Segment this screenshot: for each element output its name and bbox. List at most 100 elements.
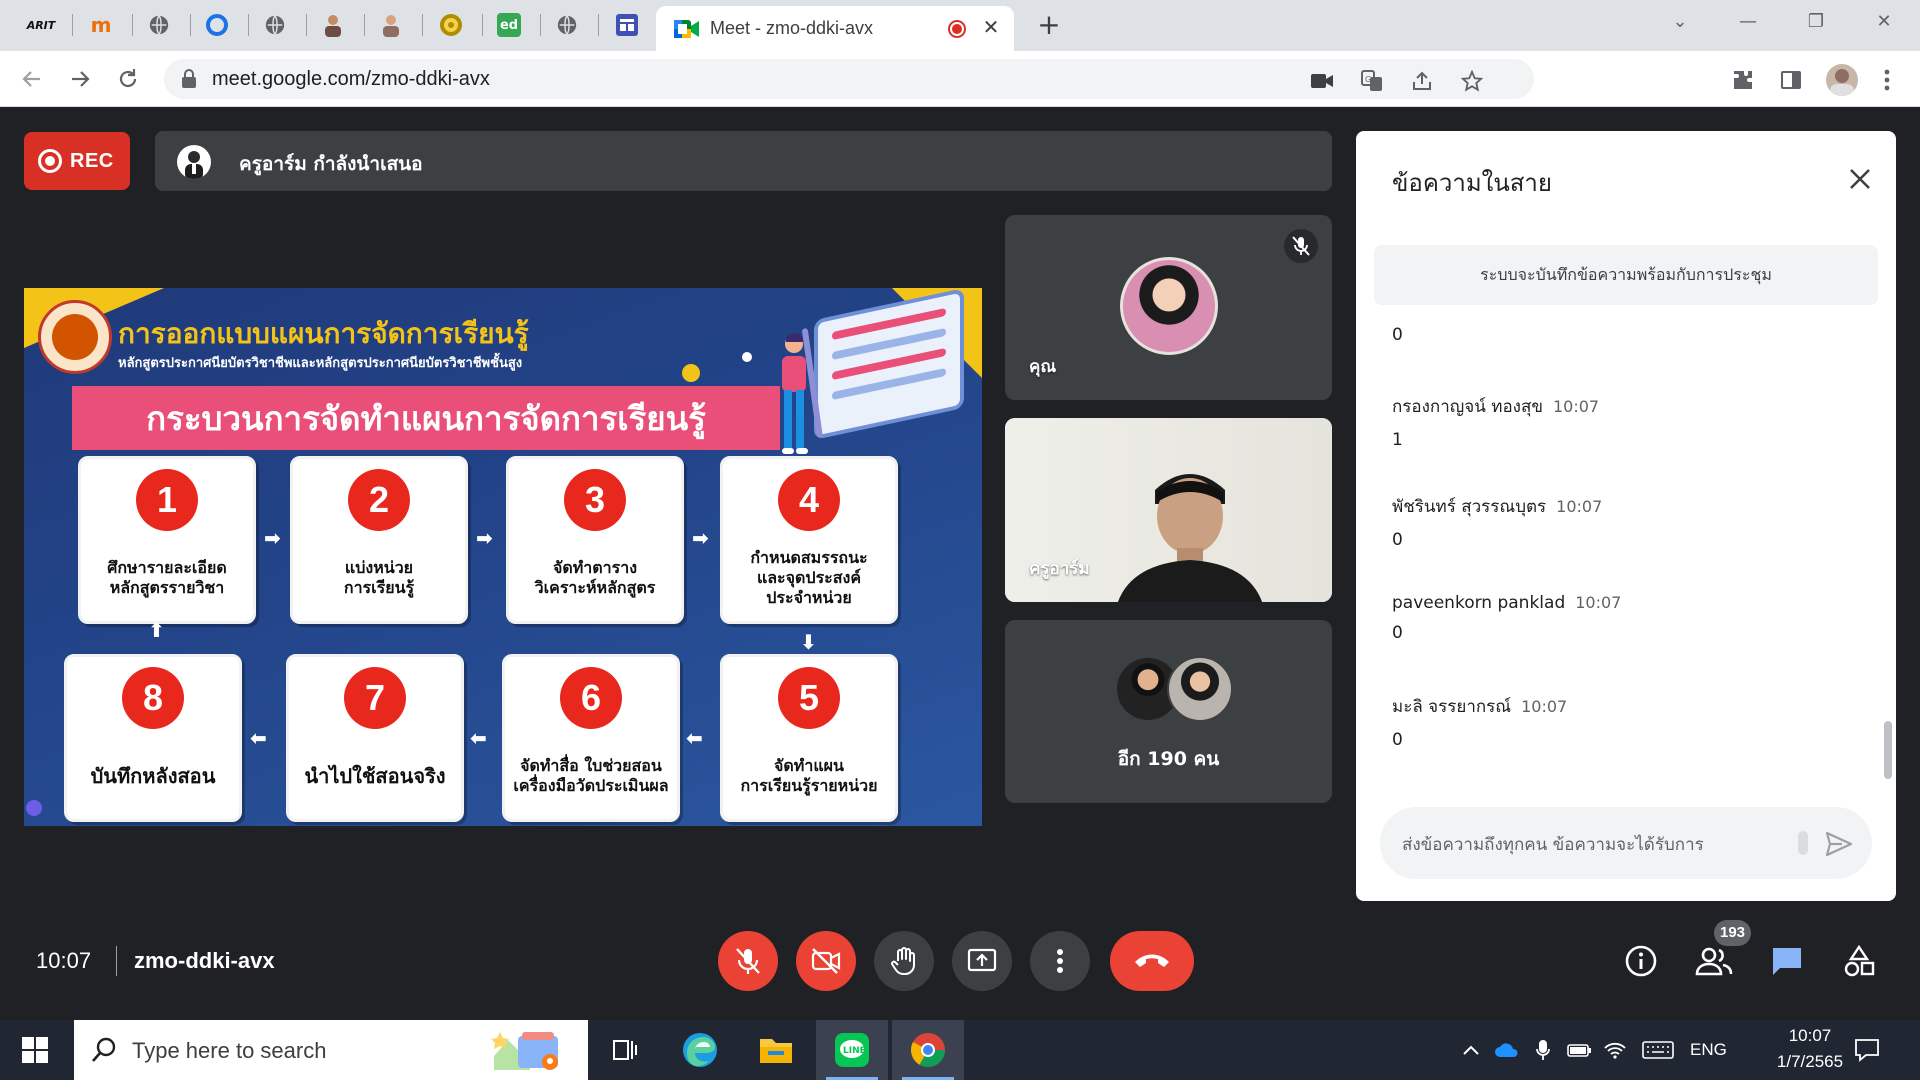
more-options-button[interactable] (1030, 931, 1090, 991)
chrome-menu-icon[interactable] (1874, 67, 1900, 93)
extensions-icon[interactable] (1730, 67, 1756, 93)
tab-favicon-ed[interactable]: ed (494, 10, 524, 40)
teacher-video-feed (1117, 474, 1263, 602)
task-view-button[interactable] (588, 1020, 660, 1080)
participant-tile-teacher[interactable]: ครูอาร์ม (1005, 418, 1332, 602)
close-window-button[interactable]: ✕ (1864, 6, 1904, 38)
address-bar[interactable]: meet.google.com/zmo-ddki-avx G (164, 59, 1534, 99)
tab-favicon-forms[interactable] (612, 10, 642, 40)
message-sender: กรองกาญจน์ ทองสุข (1392, 397, 1543, 417)
panel-title: ข้อความในสาย (1392, 169, 1552, 197)
message-body: 0 (1392, 730, 1403, 750)
message-composer[interactable]: ส่งข้อความถึงทุกคน ข้อความจะได้รับการ (1380, 807, 1872, 879)
lock-icon (182, 69, 196, 88)
chat-button[interactable] (1766, 940, 1808, 982)
camera-in-use-icon[interactable] (1310, 69, 1334, 93)
tab-separator (132, 14, 133, 36)
message-input[interactable]: ส่งข้อความถึงทุกคน ข้อความจะได้รับการ (1402, 831, 1792, 858)
globe-icon (557, 15, 577, 35)
taskbar-search[interactable]: Type here to search (74, 1020, 588, 1080)
raise-hand-icon (891, 947, 915, 975)
svg-text:LINE: LINE (843, 1046, 866, 1056)
toggle-microphone-button[interactable] (718, 931, 778, 991)
message-body: 0 (1392, 623, 1403, 643)
taskbar-edge[interactable] (664, 1020, 736, 1080)
browser-toolbar: meet.google.com/zmo-ddki-avx G (0, 51, 1920, 107)
microphone-in-use-icon[interactable] (1530, 1038, 1556, 1062)
chat-bubble-icon (1773, 948, 1801, 975)
close-icon (1850, 169, 1870, 189)
taskbar-clock-date[interactable]: 1/7/2565 (1760, 1052, 1860, 1072)
tab-favicon-o[interactable] (202, 10, 232, 40)
tab-meet-active[interactable]: Meet - zmo-ddki-avx ✕ (656, 6, 1014, 51)
slide-decoration (742, 352, 752, 362)
tab-close-icon[interactable]: ✕ (978, 14, 1004, 40)
participant-avatar (1167, 656, 1233, 722)
tab-favicon-globe[interactable] (144, 10, 174, 40)
task-view-icon (613, 1040, 637, 1060)
raise-hand-button[interactable] (874, 931, 934, 991)
taskbar-line[interactable]: LINE (816, 1020, 888, 1080)
reload-button[interactable] (110, 61, 146, 97)
translate-icon[interactable]: G (1360, 69, 1384, 93)
tab-favicon-arit[interactable]: ARIT (26, 10, 56, 40)
notification-center-button[interactable] (1852, 1036, 1882, 1064)
tab-favicon-person[interactable] (318, 10, 348, 40)
back-button[interactable] (14, 61, 50, 97)
send-button[interactable] (1822, 827, 1856, 861)
chat-scrollbar[interactable] (1884, 721, 1892, 779)
tab-search-icon[interactable]: ⌄ (1660, 6, 1700, 38)
message-body: 1 (1392, 430, 1403, 450)
onedrive-icon[interactable] (1494, 1038, 1520, 1062)
message-sender: มะลิ จรรยากรณ์ (1392, 697, 1512, 717)
info-icon (1625, 945, 1657, 977)
slide-subtitle: หลักสูตรประกาศนียบัตรวิชาชีพและหลักสูตรป… (118, 356, 523, 371)
meeting-details-button[interactable] (1620, 940, 1662, 982)
input-language[interactable]: ENG (1690, 1040, 1727, 1060)
participant-tile-self[interactable]: คุณ (1005, 215, 1332, 400)
show-hidden-icons[interactable] (1458, 1038, 1484, 1062)
touch-keyboard-icon[interactable] (1640, 1038, 1676, 1062)
present-now-button[interactable] (952, 931, 1012, 991)
tab-favicon-globe[interactable] (260, 10, 290, 40)
toggle-camera-button[interactable] (796, 931, 856, 991)
arrow-left-icon: ⬅ (470, 726, 487, 750)
tab-favicon-person[interactable] (376, 10, 406, 40)
taskbar-chrome[interactable] (892, 1020, 964, 1080)
profile-avatar[interactable] (1826, 64, 1858, 96)
battery-icon[interactable] (1566, 1038, 1592, 1062)
recording-badge[interactable]: REC (24, 132, 130, 190)
new-tab-button[interactable]: + (1034, 10, 1064, 40)
close-panel-button[interactable] (1842, 161, 1878, 197)
participant-tile-others[interactable]: อีก 190 คน (1005, 620, 1332, 803)
tab-separator (248, 14, 249, 36)
tab-favicon-globe[interactable] (552, 10, 582, 40)
side-panel-icon[interactable] (1778, 67, 1804, 93)
taskbar-file-explorer[interactable] (740, 1020, 812, 1080)
minimize-button[interactable]: — (1728, 6, 1768, 38)
folder-icon (760, 1039, 792, 1063)
process-step-7: 7 นำไปใช้สอนจริง (286, 654, 464, 822)
taskbar-clock-time[interactable]: 10:07 (1760, 1026, 1860, 1046)
bookmark-star-icon[interactable] (1460, 69, 1484, 93)
leave-call-button[interactable] (1110, 931, 1194, 991)
forward-button[interactable] (62, 61, 98, 97)
windows-logo-icon (22, 1037, 48, 1063)
chrome-icon (911, 1033, 945, 1067)
activities-button[interactable] (1838, 940, 1880, 982)
meeting-code[interactable]: zmo-ddki-avx (134, 948, 275, 974)
share-icon[interactable] (1410, 69, 1434, 93)
mic-off-icon (1284, 229, 1318, 263)
restore-button[interactable]: ❐ (1796, 6, 1836, 38)
recording-notice: ระบบจะบันทึกข้อความพร้อมกับการประชุม (1374, 245, 1878, 305)
tab-favicon-moodle[interactable]: m (86, 10, 116, 40)
message-sender: พัชรินทร์ สุวรรณบุตร (1392, 497, 1547, 517)
wifi-icon[interactable] (1602, 1038, 1628, 1062)
self-avatar (1120, 257, 1218, 355)
activities-icon (1844, 945, 1875, 977)
start-button[interactable] (0, 1020, 70, 1080)
search-input[interactable]: Type here to search (132, 1038, 326, 1064)
tab-favicon-seal[interactable] (436, 10, 466, 40)
message-time: 10:07 (1575, 593, 1622, 612)
people-button[interactable] (1693, 940, 1735, 982)
